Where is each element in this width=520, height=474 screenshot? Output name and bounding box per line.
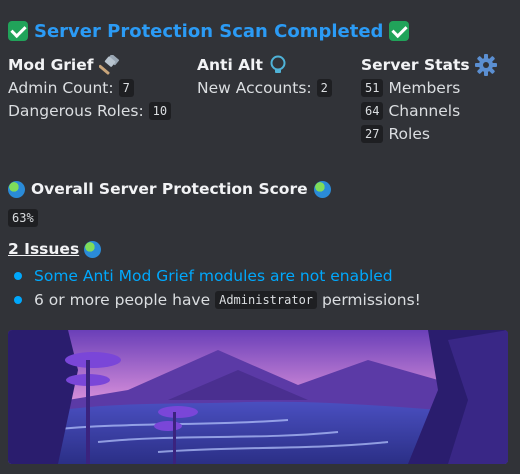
dangerous-roles-label: Dangerous Roles:	[8, 101, 144, 120]
admin-count-label: Admin Count:	[8, 78, 114, 97]
anti-alt-heading-text: Anti Alt	[197, 55, 263, 74]
members-count: 51	[361, 78, 384, 97]
anti-alt-heading: Anti Alt	[197, 53, 332, 76]
hammer-icon	[98, 54, 119, 75]
issue-code: Administrator	[215, 291, 318, 309]
globe-icon	[313, 180, 331, 198]
dangerous-roles-row: Dangerous Roles: 10	[8, 99, 172, 122]
score-heading-text: Overall Server Protection Score	[31, 180, 308, 198]
list-item: Some Anti Mod Grief modules are not enab…	[8, 264, 421, 288]
roles-label: Roles	[388, 124, 430, 143]
score-heading: Overall Server Protection Score	[8, 180, 331, 198]
check-icon	[389, 21, 410, 41]
dangerous-roles-value: 10	[148, 101, 172, 120]
score-value: 63%	[8, 209, 38, 227]
channels-row: 64 Channels	[361, 99, 497, 122]
roles-row: 27 Roles	[361, 122, 497, 145]
globe-icon	[8, 180, 25, 198]
mod-grief-section: Mod Grief Admin Count: 7 Dangerous Roles…	[8, 53, 172, 122]
list-item: 6 or more people have Administrator perm…	[8, 288, 421, 312]
new-accounts-label: New Accounts:	[197, 78, 312, 97]
check-icon	[8, 21, 28, 41]
mod-grief-heading: Mod Grief	[8, 53, 171, 76]
roles-count: 27	[361, 124, 384, 143]
embed-title: Server Protection Scan Completed	[34, 20, 384, 42]
mod-grief-heading-text: Mod Grief	[8, 55, 94, 74]
anti-alt-section: Anti Alt New Accounts: 2	[197, 53, 332, 99]
banner-image	[8, 330, 508, 464]
issues-heading: 2 Issues	[8, 240, 102, 258]
channels-count: 64	[361, 101, 384, 120]
members-label: Members	[388, 78, 461, 97]
server-stats-section: Server Stats 51 Members 64 Channels 27 R…	[361, 53, 497, 145]
issue-text-suffix: permissions!	[321, 291, 421, 309]
gear-icon	[474, 53, 497, 76]
issues-heading-text: 2 Issues	[8, 240, 80, 258]
issues-list: Some Anti Mod Grief modules are not enab…	[8, 264, 421, 312]
channels-label: Channels	[388, 101, 461, 120]
server-stats-heading: Server Stats	[361, 53, 497, 76]
admin-count-row: Admin Count: 7	[8, 76, 171, 99]
banner-illustration	[8, 330, 508, 464]
new-accounts-value: 2	[316, 78, 332, 97]
server-stats-heading-text: Server Stats	[361, 55, 470, 74]
score-value-row: 63%	[8, 208, 38, 227]
issue-text-prefix: 6 or more people have	[34, 291, 211, 309]
admin-count-value: 7	[118, 78, 134, 97]
issue-text: Some Anti Mod Grief modules are not enab…	[34, 267, 393, 285]
new-accounts-row: New Accounts: 2	[197, 76, 332, 99]
lightbulb-icon	[270, 55, 286, 73]
title-row: Server Protection Scan Completed	[8, 18, 410, 44]
globe-icon	[84, 240, 102, 258]
members-row: 51 Members	[361, 76, 497, 99]
